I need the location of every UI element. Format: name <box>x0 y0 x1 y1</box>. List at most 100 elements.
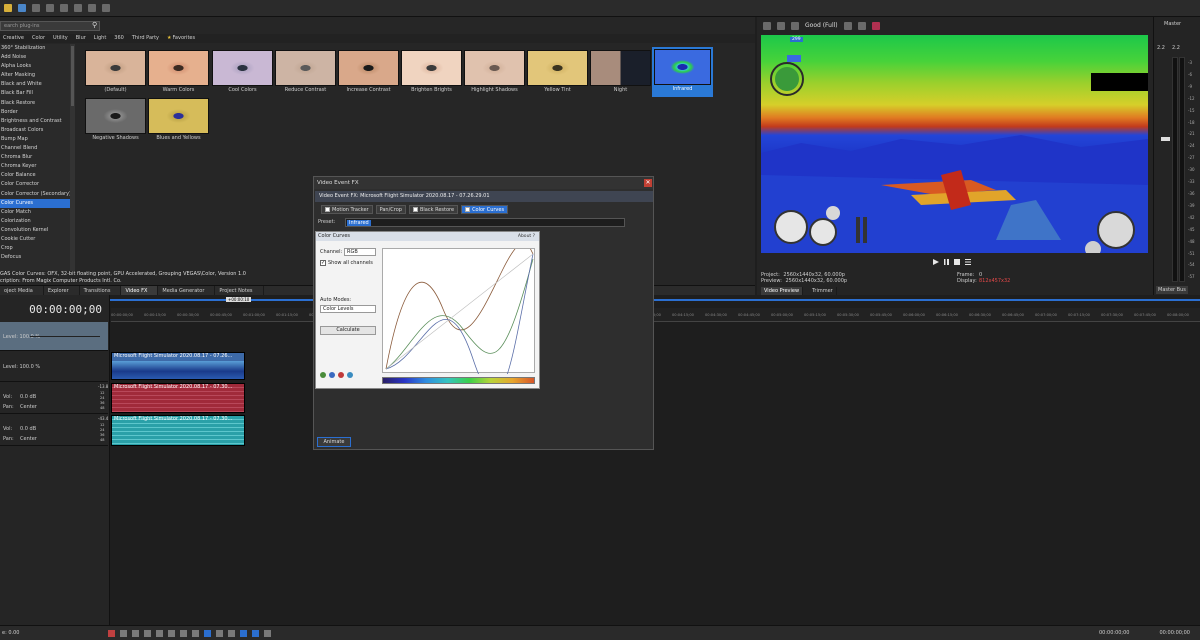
plugin-item[interactable]: Color Balance <box>0 171 75 180</box>
preset-tile-selected[interactable]: Infrared <box>652 47 713 97</box>
chain-pan-crop[interactable]: Pan/Crop <box>375 205 406 214</box>
tab-project-notes[interactable]: Project Notes <box>215 286 264 295</box>
play-icon[interactable] <box>933 259 939 265</box>
stop-icon[interactable] <box>168 629 175 637</box>
plugin-item[interactable]: Alpha Looks <box>0 62 75 71</box>
marker-icon[interactable] <box>264 629 271 637</box>
reset-point-icon[interactable] <box>338 372 344 378</box>
plugin-item-selected[interactable]: Color Curves <box>0 198 75 208</box>
tab-video-fx[interactable]: Video FX <box>121 286 159 295</box>
plugin-item[interactable]: Convolution Kernel <box>0 226 75 235</box>
curve-graph[interactable] <box>382 242 535 395</box>
tab-blur[interactable]: Blur <box>76 34 86 43</box>
auto-modes-select[interactable]: Color Levels <box>320 305 376 313</box>
play-from-start-icon[interactable] <box>132 629 139 637</box>
checkbox[interactable] <box>465 207 471 212</box>
preview-quality-select[interactable]: Good (Full) <box>805 22 838 29</box>
plugin-item[interactable]: Bump Map <box>0 135 75 144</box>
audio-clip[interactable]: Microsoft Flight Simulator 2020.08.17 - … <box>111 383 245 413</box>
tab-master-bus[interactable]: Master Bus <box>1156 286 1188 294</box>
preset-tile[interactable]: Yellow Tint <box>527 50 588 94</box>
tab-project-media[interactable]: oject Media <box>0 286 44 295</box>
channel-select[interactable]: RGB <box>344 248 376 256</box>
plugin-item[interactable]: Color Corrector <box>0 180 75 189</box>
preview-fx-icon[interactable] <box>777 21 785 30</box>
auto-crossfade-icon[interactable] <box>240 629 247 637</box>
settings-icon[interactable] <box>46 4 54 12</box>
chain-color-curves[interactable]: Color Curves <box>461 205 509 214</box>
tab-360[interactable]: 360 <box>114 34 124 43</box>
preset-tile[interactable]: Brighten Brights <box>401 50 462 94</box>
close-icon[interactable]: ✕ <box>644 179 652 187</box>
preset-tile[interactable]: Reduce Contrast <box>275 50 336 94</box>
show-all-checkbox[interactable]: ✓ <box>320 260 326 266</box>
copy-icon[interactable] <box>74 4 82 12</box>
save-icon[interactable] <box>18 4 26 12</box>
preset-tile[interactable]: Increase Contrast <box>338 50 399 94</box>
preset-tile[interactable]: Cool Colors <box>212 50 273 94</box>
plugin-item[interactable]: Black and White <box>0 80 75 89</box>
preset-tile[interactable]: Blues and Yellows <box>148 98 209 142</box>
smooth-point-icon[interactable] <box>347 372 353 378</box>
preset-tile[interactable]: (Default) <box>85 50 146 94</box>
plugin-item[interactable]: Broadcast Colors <box>0 126 75 135</box>
tab-explorer[interactable]: Explorer <box>44 286 80 295</box>
overlays-icon[interactable] <box>843 21 852 30</box>
loop-icon[interactable] <box>120 629 127 637</box>
plugin-item[interactable]: Black Restore <box>0 99 75 108</box>
track-header-video-2[interactable]: Level: 100.0 % <box>0 352 108 382</box>
save-snapshot-icon[interactable] <box>871 21 880 30</box>
edit-tool-icon[interactable] <box>204 629 211 637</box>
chain-motion-tracker[interactable]: Motion Tracker <box>321 205 373 214</box>
track-header-video-1[interactable]: Level: 100.0 % <box>0 322 108 351</box>
open-folder-icon[interactable] <box>4 4 12 12</box>
plugin-item[interactable]: Chroma Keyer <box>0 162 75 171</box>
animate-button[interactable]: Animate <box>317 437 351 447</box>
preview-settings-icon[interactable] <box>763 21 771 30</box>
preset-tile[interactable]: Warm Colors <box>148 50 209 94</box>
snap-icon[interactable] <box>216 629 223 637</box>
checkbox[interactable] <box>412 207 418 212</box>
master-fader[interactable] <box>1161 137 1170 141</box>
video-clip[interactable]: Microsoft Flight Simulator 2020.08.17 - … <box>111 352 245 380</box>
preset-tile[interactable]: Negative Shadows <box>85 98 146 142</box>
record-icon[interactable] <box>108 629 115 637</box>
audio-clip[interactable]: Microsoft Flight Simulator 2020.08.17 - … <box>111 415 245 446</box>
tab-creative[interactable]: Creative <box>3 34 24 43</box>
search-icon[interactable]: ⚲ <box>92 21 100 29</box>
plugin-item[interactable]: Add Noise <box>0 53 75 62</box>
plugin-item[interactable]: Chroma Blur <box>0 153 75 162</box>
track-header-audio-2[interactable]: Vol: 0.0 dB Pan: Center -43.4 12 24 36 4… <box>0 415 108 446</box>
plugin-item[interactable]: Alter Masking <box>0 71 75 80</box>
tab-transitions[interactable]: Transitions <box>80 286 122 295</box>
add-point-icon[interactable] <box>320 372 326 378</box>
tab-light[interactable]: Light <box>94 34 106 43</box>
plugin-item[interactable]: Color Corrector (Secondary) <box>0 190 75 199</box>
plugin-item[interactable]: Defocus <box>0 253 75 262</box>
go-to-end-icon[interactable] <box>192 629 199 637</box>
remove-point-icon[interactable] <box>329 372 335 378</box>
play-icon[interactable] <box>144 629 151 637</box>
plugin-item[interactable]: Colorization <box>0 217 75 226</box>
redo-icon[interactable] <box>102 4 110 12</box>
tab-third-party[interactable]: Third Party <box>132 34 159 43</box>
plugin-item[interactable]: Crop <box>0 244 75 253</box>
plugin-search-input[interactable]: earch plug-ins <box>0 21 100 31</box>
tab-video-preview[interactable]: Video Preview <box>761 287 804 295</box>
time-ruler[interactable]: 00:00:00;00 00:00:15;00 00:00:30;00 00:0… <box>111 308 1200 322</box>
tab-color[interactable]: Color <box>32 34 45 43</box>
preset-tile[interactable]: Highlight Shadows <box>464 50 525 94</box>
plugin-item[interactable]: Black Bar Fill <box>0 89 75 98</box>
plugin-item[interactable]: Border <box>0 108 75 117</box>
tab-media-generator[interactable]: Media Generator <box>158 286 216 295</box>
track-header-audio-1[interactable]: Vol: 0.0 dB Pan: Center -13.8 12 24 36 4… <box>0 383 108 414</box>
ripple-icon[interactable] <box>228 629 235 637</box>
undo-icon[interactable] <box>88 4 96 12</box>
plugin-list-scrollbar[interactable] <box>70 44 75 272</box>
lock-envelopes-icon[interactable] <box>252 629 259 637</box>
plugin-item[interactable]: 360° Stabilization <box>0 44 75 53</box>
split-screen-icon[interactable] <box>791 21 799 30</box>
plugin-item[interactable]: Cookie Cutter <box>0 235 75 244</box>
render-icon[interactable] <box>32 4 40 12</box>
cut-icon[interactable] <box>60 4 68 12</box>
